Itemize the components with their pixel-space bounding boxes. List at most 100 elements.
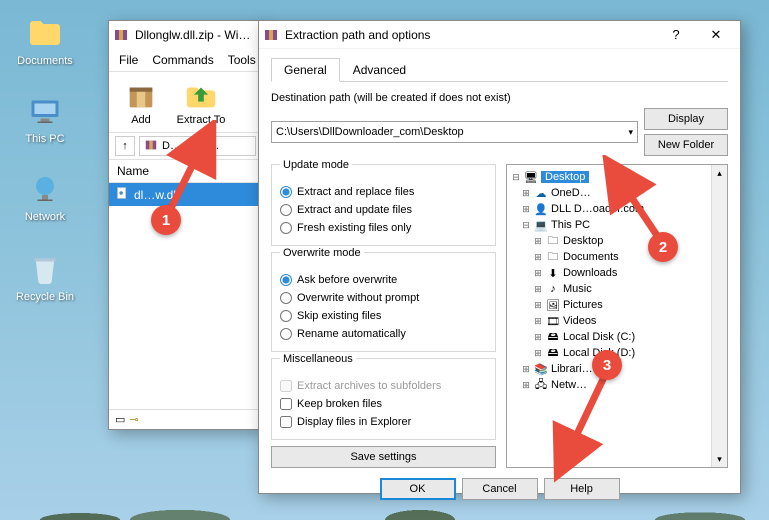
radio-input[interactable] (280, 204, 292, 216)
dialog-footer: OK Cancel Help (271, 478, 728, 500)
winrar-icon (113, 27, 129, 43)
folder-tree[interactable]: ⊟🖥Desktop ⊞☁OneD… ⊞👤DLL D…oader.com ⊟💻Th… (506, 164, 728, 468)
music-icon: ♪ (546, 282, 560, 296)
tree-node-localc[interactable]: ⊞🖴Local Disk (C:) (509, 329, 725, 345)
scroll-up-icon[interactable]: ▴ (712, 165, 727, 181)
file-row[interactable]: dl…w.dll (109, 183, 262, 206)
desktop-icon-label: Recycle Bin (10, 291, 80, 303)
opt-display-explorer[interactable]: Display files in Explorer (280, 413, 487, 431)
archive-small-icon (144, 138, 158, 155)
tree-node-thispc[interactable]: ⊟💻This PC (509, 217, 725, 233)
tool-label: Extract To (173, 114, 229, 126)
opt-skip-existing[interactable]: Skip existing files (280, 307, 487, 325)
annotation-3: 3 (592, 350, 622, 380)
destination-label: Destination path (will be created if doe… (271, 92, 728, 104)
desktop-icon-thispc[interactable]: This PC (10, 92, 80, 145)
dialog-tabs: General Advanced (271, 57, 728, 82)
key-icon: ⊸ (129, 413, 138, 426)
user-icon: 👤 (534, 202, 548, 216)
tree-node-videos[interactable]: ⊞🎞Videos (509, 313, 725, 329)
downloads-icon: ⬇ (546, 266, 560, 280)
tree-node-pictures[interactable]: ⊞🖼Pictures (509, 297, 725, 313)
radio-input[interactable] (280, 292, 292, 304)
update-mode-group: Update mode Extract and replace files Ex… (271, 164, 496, 246)
radio-input[interactable] (280, 222, 292, 234)
folder-icon: 🗀 (546, 250, 560, 264)
cancel-button[interactable]: Cancel (462, 478, 538, 500)
group-legend: Miscellaneous (280, 353, 356, 365)
tab-advanced[interactable]: Advanced (340, 58, 419, 82)
tree-node-desktop-sub[interactable]: ⊞🗀Desktop (509, 233, 725, 249)
desktop-icon-network[interactable]: Network (10, 170, 80, 223)
cloud-icon: ☁ (534, 186, 548, 200)
winrar-title: Dllonglw.dll.zip - Wi… (135, 28, 250, 42)
opt-fresh-only[interactable]: Fresh existing files only (280, 219, 487, 237)
help-button[interactable]: Help (544, 478, 620, 500)
extract-to-icon (173, 78, 229, 114)
radio-input[interactable] (280, 328, 292, 340)
opt-no-prompt[interactable]: Overwrite without prompt (280, 289, 487, 307)
winrar-nav-row: ↑ D…glw.dl… (109, 133, 262, 160)
desktop-icon-label: Documents (10, 55, 80, 67)
checkbox-input (280, 380, 292, 392)
ok-button[interactable]: OK (380, 478, 456, 500)
libraries-icon: 📚 (534, 362, 548, 376)
tree-node-music[interactable]: ⊞♪Music (509, 281, 725, 297)
opt-extract-replace[interactable]: Extract and replace files (280, 183, 487, 201)
computer-icon: 💻 (534, 218, 548, 232)
desktop-icon-recyclebin[interactable]: Recycle Bin (10, 250, 80, 303)
tree-node-documents[interactable]: ⊞🗀Documents (509, 249, 725, 265)
file-name: dl…w.dll (134, 188, 179, 202)
opt-ask-overwrite[interactable]: Ask before overwrite (280, 271, 487, 289)
winrar-icon (263, 27, 279, 43)
pictures-icon: 🖼 (546, 298, 560, 312)
folder-icon (26, 14, 64, 52)
extract-titlebar[interactable]: Extraction path and options ? ✕ (259, 21, 740, 49)
menu-commands[interactable]: Commands (152, 53, 213, 67)
checkbox-input[interactable] (280, 398, 292, 410)
tool-extract-to[interactable]: Extract To (171, 76, 231, 128)
annotation-1: 1 (151, 205, 181, 235)
tab-general[interactable]: General (271, 58, 340, 82)
new-folder-button[interactable]: New Folder (644, 134, 728, 156)
save-settings-button[interactable]: Save settings (271, 446, 496, 468)
opt-keep-broken[interactable]: Keep broken files (280, 395, 487, 413)
recycle-bin-icon (26, 250, 64, 288)
menu-tools[interactable]: Tools (228, 53, 256, 67)
menu-file[interactable]: File (119, 53, 138, 67)
desktop-icon-documents[interactable]: Documents (10, 14, 80, 67)
list-header-name[interactable]: Name (109, 160, 262, 183)
tree-node-downloads[interactable]: ⊞⬇Downloads (509, 265, 725, 281)
display-button[interactable]: Display (644, 108, 728, 130)
group-legend: Overwrite mode (280, 247, 364, 259)
tree-node-desktop[interactable]: ⊟🖥Desktop (509, 169, 725, 185)
close-button[interactable]: ✕ (696, 23, 736, 47)
tree-scrollbar[interactable]: ▴ ▾ (711, 165, 727, 467)
path-label: D…glw.dl… (162, 140, 219, 152)
opt-extract-update[interactable]: Extract and update files (280, 201, 487, 219)
videos-icon: 🎞 (546, 314, 560, 328)
radio-input[interactable] (280, 310, 292, 322)
desktop-icon-label: This PC (10, 133, 80, 145)
computer-icon (26, 92, 64, 130)
winrar-statusbar: ▭ ⊸ (109, 409, 262, 429)
winrar-toolbar: Add Extract To (109, 71, 262, 133)
destination-path-input[interactable]: C:\Users\DllDownloader_com\Desktop ▾ (271, 121, 638, 143)
up-button[interactable]: ↑ (115, 136, 135, 156)
opt-rename-auto[interactable]: Rename automatically (280, 325, 487, 343)
tree-node-user[interactable]: ⊞👤DLL D…oader.com (509, 201, 725, 217)
network-icon: 🖧 (534, 378, 548, 392)
disk-icon: 🖴 (546, 346, 560, 360)
tool-add[interactable]: Add (111, 76, 171, 128)
path-box[interactable]: D…glw.dl… (139, 136, 256, 156)
winrar-titlebar[interactable]: Dllonglw.dll.zip - Wi… (109, 21, 262, 49)
scroll-down-icon[interactable]: ▾ (712, 451, 727, 467)
help-button-icon[interactable]: ? (656, 23, 696, 47)
radio-input[interactable] (280, 274, 292, 286)
checkbox-input[interactable] (280, 416, 292, 428)
tree-node-onedrive[interactable]: ⊞☁OneD… (509, 185, 725, 201)
network-icon (26, 170, 64, 208)
radio-input[interactable] (280, 186, 292, 198)
chevron-down-icon[interactable]: ▾ (628, 127, 633, 138)
winrar-menubar: File Commands Tools (109, 49, 262, 71)
